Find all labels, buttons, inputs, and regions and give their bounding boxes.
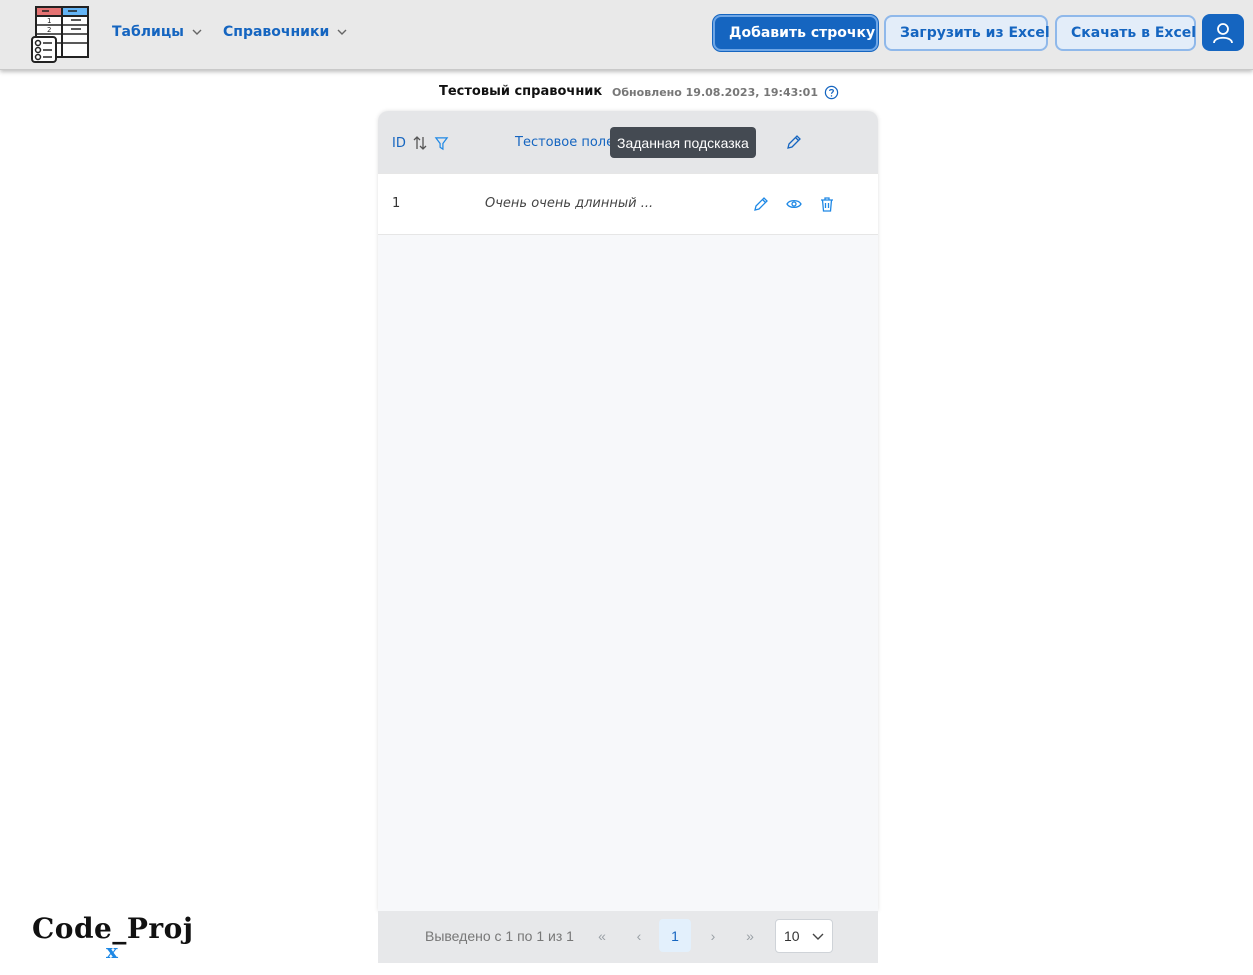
edit-row-icon[interactable] xyxy=(753,196,769,212)
column-header-test-field[interactable]: Тестовое поле* xyxy=(515,135,621,150)
nav-directories-menu[interactable]: Справочники xyxy=(223,24,347,40)
page-title: Тестовый справочник xyxy=(439,84,603,99)
chevron-down-icon xyxy=(337,29,347,35)
next-page-button[interactable]: › xyxy=(697,919,729,952)
svg-text:1: 1 xyxy=(47,17,51,25)
upload-excel-button[interactable]: Загрузить из Excel xyxy=(884,15,1050,51)
svg-text:2: 2 xyxy=(47,26,51,34)
spreadsheet-logo-icon[interactable]: 1 2 xyxy=(31,4,91,64)
view-row-icon[interactable] xyxy=(786,196,802,212)
column-id-label: ID xyxy=(392,135,406,151)
edit-column-icon[interactable] xyxy=(786,134,802,150)
column-hint-tooltip: Заданная подсказка xyxy=(610,127,756,158)
chevron-down-icon xyxy=(192,29,202,35)
pagination-bar: Выведено с 1 по 1 из 1 « ‹ 1 › » 10 xyxy=(378,911,878,963)
page-size-select[interactable]: 10 xyxy=(775,919,833,953)
column-test-field-label: Тестовое поле xyxy=(515,135,615,150)
download-excel-button[interactable]: Скачать в Excel xyxy=(1055,15,1196,51)
sort-icon[interactable] xyxy=(412,135,428,151)
row-id-cell: 1 xyxy=(392,196,401,211)
page-size-value: 10 xyxy=(784,928,800,944)
nav-tables-label: Таблицы xyxy=(112,24,184,40)
pagination-info: Выведено с 1 по 1 из 1 xyxy=(425,928,574,944)
upload-excel-label: Загрузить из Excel xyxy=(900,25,1050,41)
updated-label: Обновлено 19.08.2023, 19:43:01 xyxy=(612,86,818,99)
data-table: ID Тестовое поле* 1 Очень очень длинный … xyxy=(378,111,878,911)
filter-icon[interactable] xyxy=(434,136,449,151)
download-excel-label: Скачать в Excel xyxy=(1071,25,1197,41)
table-row[interactable]: 1 Очень очень длинный ... xyxy=(378,173,878,235)
help-circle-icon[interactable] xyxy=(824,85,839,100)
watermark-accent: x xyxy=(106,939,118,963)
add-row-label: Добавить строчку xyxy=(729,25,876,41)
column-header-id[interactable]: ID xyxy=(392,135,449,151)
last-page-button[interactable]: » xyxy=(734,919,766,952)
updated-timestamp: Обновлено 19.08.2023, 19:43:01 xyxy=(612,85,839,100)
page-1-button[interactable]: 1 xyxy=(659,919,691,952)
prev-page-button[interactable]: ‹ xyxy=(623,919,655,952)
top-bar: 1 2 Таблицы Справочники Добавить строчку… xyxy=(0,0,1253,70)
first-page-button[interactable]: « xyxy=(586,919,618,952)
row-test-field-cell: Очень очень длинный ... xyxy=(485,196,654,211)
chevron-down-icon xyxy=(812,933,824,940)
nav-tables-menu[interactable]: Таблицы xyxy=(112,24,202,40)
delete-row-icon[interactable] xyxy=(819,196,835,212)
add-row-button[interactable]: Добавить строчку xyxy=(713,15,878,51)
nav-directories-label: Справочники xyxy=(223,24,330,40)
user-icon xyxy=(1213,22,1233,43)
user-profile-button[interactable] xyxy=(1202,14,1244,51)
